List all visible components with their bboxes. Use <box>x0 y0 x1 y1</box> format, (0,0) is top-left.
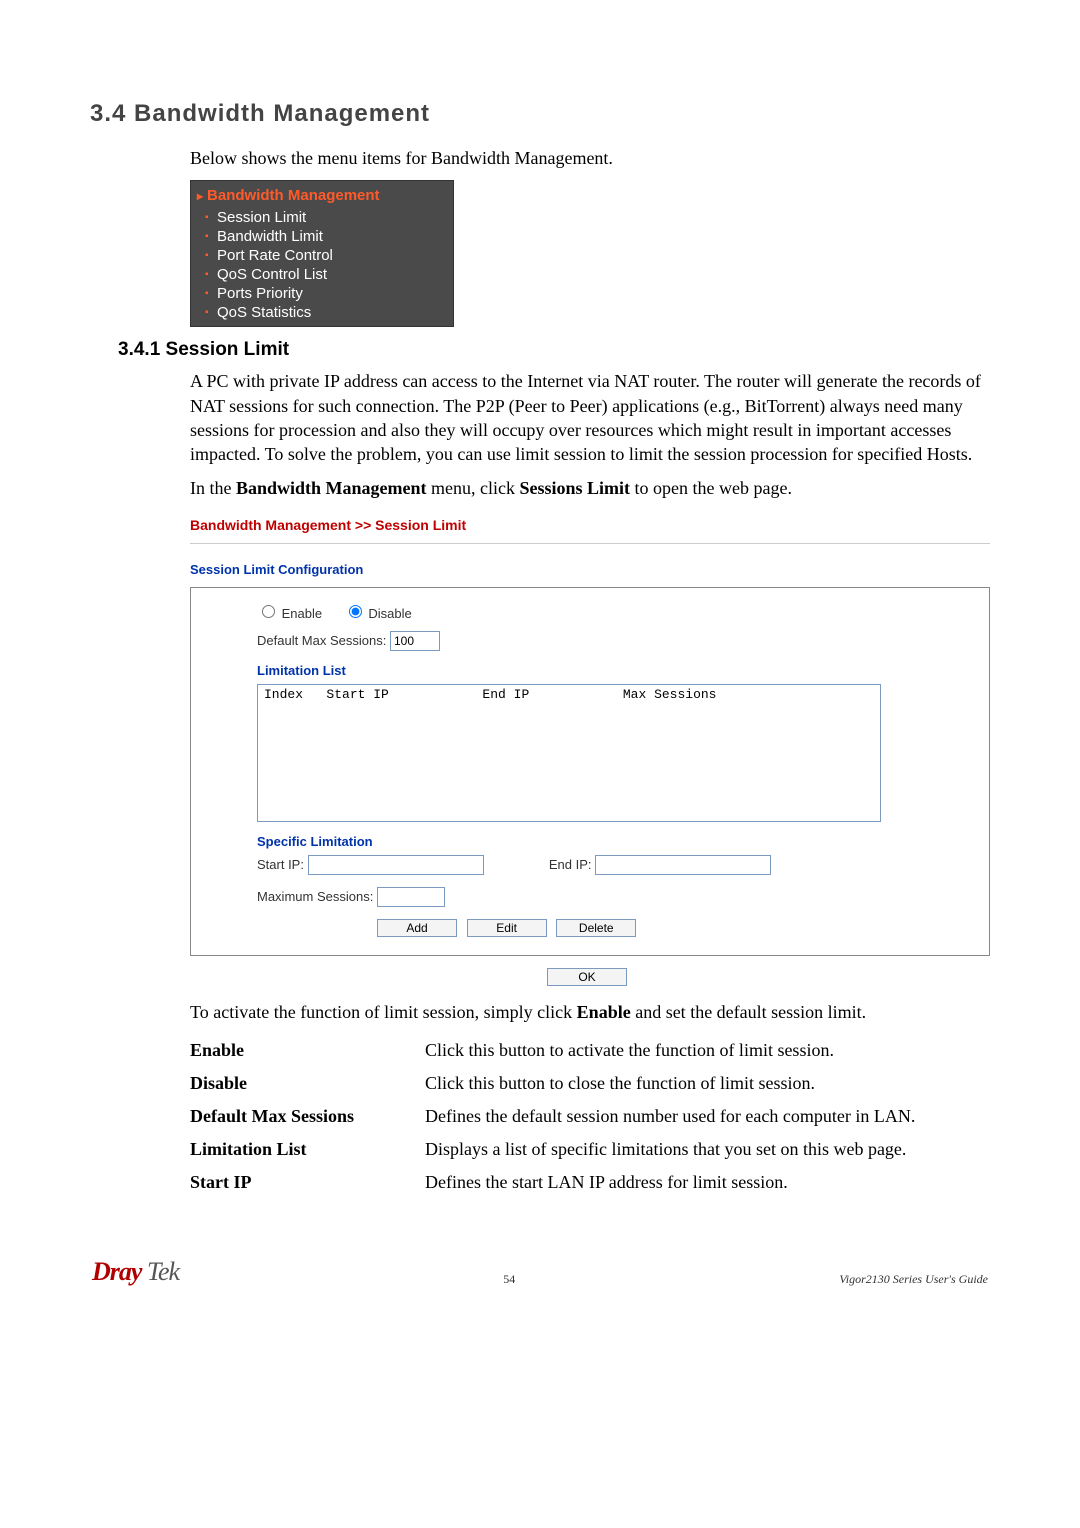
draytek-logo: Dray Tek <box>92 1257 179 1287</box>
ok-row: OK <box>190 968 990 986</box>
ip-range-row: Start IP: End IP: <box>257 855 969 875</box>
ok-button[interactable]: OK <box>547 968 627 986</box>
instruction-mid: menu, click <box>427 478 520 498</box>
def-desc: Defines the start LAN IP address for lim… <box>425 1166 985 1199</box>
section-heading: 3.4 Bandwidth Management <box>90 100 990 128</box>
table-row: Default Max Sessions Defines the default… <box>190 1100 985 1133</box>
logo-tek: Tek <box>141 1257 179 1286</box>
end-ip-label: End IP: <box>549 857 592 872</box>
instruction-bold-bandwidth: Bandwidth Management <box>236 478 427 498</box>
end-ip-input[interactable] <box>595 855 771 875</box>
default-max-input[interactable] <box>390 631 440 651</box>
config-subtitle: Session Limit Configuration <box>190 562 990 577</box>
config-panel: Enable Disable Default Max Sessions: Lim… <box>190 587 990 956</box>
disable-radio-label[interactable]: Disable <box>344 606 412 621</box>
menu-title: Bandwidth Management <box>191 185 453 208</box>
page-footer: Dray Tek 54 Vigor2130 Series User's Guid… <box>90 1257 990 1287</box>
menu-item-bandwidth-limit[interactable]: Bandwidth Limit <box>191 227 453 246</box>
def-desc: Click this button to activate the functi… <box>425 1034 985 1067</box>
def-desc: Click this button to close the function … <box>425 1067 985 1100</box>
max-sessions-input[interactable] <box>377 887 445 907</box>
table-row: Disable Click this button to close the f… <box>190 1067 985 1100</box>
disable-radio[interactable] <box>349 605 362 618</box>
max-sessions-label: Maximum Sessions: <box>257 889 373 904</box>
specific-limitation-heading: Specific Limitation <box>257 834 969 849</box>
activate-pre: To activate the function of limit sessio… <box>190 1002 577 1022</box>
start-ip-input[interactable] <box>308 855 484 875</box>
limitation-list-heading: Limitation List <box>257 663 969 678</box>
limitation-list[interactable]: Index Start IP End IP Max Sessions <box>257 684 881 822</box>
activate-text: To activate the function of limit sessio… <box>190 1000 990 1024</box>
definitions-table: Enable Click this button to activate the… <box>190 1034 985 1199</box>
button-row: Add Edit Delete <box>377 919 969 937</box>
bandwidth-management-menu: Bandwidth Management Session Limit Bandw… <box>190 180 454 327</box>
enable-disable-row: Enable Disable <box>257 602 969 621</box>
table-row: Start IP Defines the start LAN IP addres… <box>190 1166 985 1199</box>
max-sessions-row: Maximum Sessions: <box>257 887 969 907</box>
menu-item-port-rate-control[interactable]: Port Rate Control <box>191 246 453 265</box>
menu-item-qos-control-list[interactable]: QoS Control List <box>191 265 453 284</box>
def-term: Limitation List <box>190 1133 425 1166</box>
divider <box>190 543 990 544</box>
start-ip-label: Start IP: <box>257 857 304 872</box>
guide-name: Vigor2130 Series User's Guide <box>839 1272 988 1287</box>
session-limit-config: Session Limit Configuration Enable Disab… <box>190 562 990 986</box>
default-max-sessions-row: Default Max Sessions: <box>257 631 969 651</box>
logo-dray: Dray <box>92 1257 141 1286</box>
def-term: Start IP <box>190 1166 425 1199</box>
disable-label-text: Disable <box>368 606 411 621</box>
menu-item-qos-statistics[interactable]: QoS Statistics <box>191 303 453 322</box>
page-number: 54 <box>503 1272 515 1287</box>
delete-button[interactable]: Delete <box>556 919 636 937</box>
edit-button[interactable]: Edit <box>467 919 547 937</box>
enable-radio-label[interactable]: Enable <box>257 606 326 621</box>
def-desc: Displays a list of specific limitations … <box>425 1133 985 1166</box>
menu-item-ports-priority[interactable]: Ports Priority <box>191 284 453 303</box>
def-desc: Defines the default session number used … <box>425 1100 985 1133</box>
menu-item-session-limit[interactable]: Session Limit <box>191 208 453 227</box>
table-row: Enable Click this button to activate the… <box>190 1034 985 1067</box>
enable-label-text: Enable <box>282 606 322 621</box>
add-button[interactable]: Add <box>377 919 457 937</box>
instruction-bold-sessions: Sessions Limit <box>520 478 631 498</box>
enable-radio[interactable] <box>262 605 275 618</box>
subsection-paragraph: A PC with private IP address can access … <box>190 369 990 466</box>
def-term: Default Max Sessions <box>190 1100 425 1133</box>
default-max-label: Default Max Sessions: <box>257 633 386 648</box>
def-term: Disable <box>190 1067 425 1100</box>
section-intro: Below shows the menu items for Bandwidth… <box>190 146 990 170</box>
instruction-pre: In the <box>190 478 236 498</box>
instruction-post: to open the web page. <box>630 478 792 498</box>
activate-post: and set the default session limit. <box>631 1002 866 1022</box>
subsection-instruction: In the Bandwidth Management menu, click … <box>190 476 990 500</box>
def-term: Enable <box>190 1034 425 1067</box>
table-row: Limitation List Displays a list of speci… <box>190 1133 985 1166</box>
breadcrumb: Bandwidth Management >> Session Limit <box>190 511 990 533</box>
subsection-heading: 3.4.1 Session Limit <box>118 339 990 361</box>
activate-bold: Enable <box>577 1002 631 1022</box>
